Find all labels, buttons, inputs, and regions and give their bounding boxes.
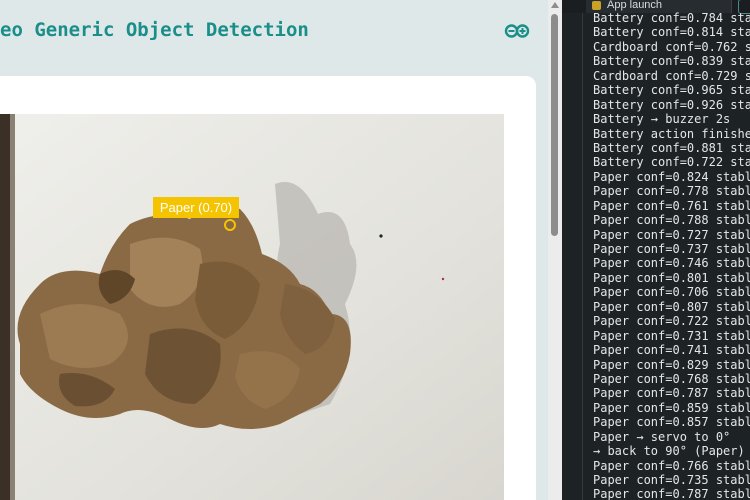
- terminal-line: Paper conf=0.768 stabl: [593, 371, 750, 386]
- scroll-up-arrow-icon[interactable]: [551, 2, 559, 8]
- terminal-line: Paper conf=0.807 stabl: [593, 299, 750, 314]
- terminal-line: Battery conf=0.814 sta: [593, 25, 750, 40]
- terminal-gutter: [582, 13, 583, 500]
- terminal-line: Paper conf=0.735 stabl: [593, 473, 750, 487]
- tab-label: App launch: [607, 0, 663, 11]
- terminal-line: Battery conf=0.722 sta: [593, 155, 750, 170]
- terminal-line: Paper conf=0.761 stabl: [593, 198, 750, 213]
- detection-center-marker: [224, 219, 236, 231]
- terminal-line: Battery conf=0.881 sta: [593, 140, 750, 155]
- terminal-line: Paper conf=0.766 stabl: [593, 458, 750, 473]
- terminal-line: Paper conf=0.731 stabl: [593, 328, 750, 343]
- arduino-infinity-logo-icon[interactable]: [504, 22, 530, 40]
- terminal-line: Paper conf=0.788 stabl: [593, 213, 750, 228]
- terminal-line: Paper conf=0.706 stabl: [593, 285, 750, 300]
- page-title: eo Generic Object Detection: [0, 19, 309, 41]
- terminal-line: Battery conf=0.784 sta: [593, 11, 750, 25]
- terminal-line: Paper conf=0.722 stabl: [593, 314, 750, 329]
- terminal-line: Paper conf=0.824 stabl: [593, 169, 750, 184]
- terminal-line: Cardboard conf=0.762 s: [593, 39, 750, 54]
- terminal-line: Paper conf=0.801 stabl: [593, 270, 750, 285]
- terminal-line: Battery conf=0.926 sta: [593, 97, 750, 112]
- terminal-line: Paper conf=0.727 stabl: [593, 227, 750, 242]
- terminal-line: Paper conf=0.859 stabl: [593, 400, 750, 415]
- terminal-panel: App launch Battery conf=0.784 sta Battery…: [562, 0, 750, 500]
- detection-label: Paper (0.70): [153, 197, 239, 218]
- terminal-output: Battery conf=0.784 sta Battery conf=0.814…: [593, 11, 750, 500]
- terminal-line: Paper conf=0.746 stabl: [593, 256, 750, 271]
- terminal-line: Paper conf=0.787 stabl: [593, 386, 750, 401]
- terminal-line: Paper conf=0.787 stabl: [593, 487, 750, 500]
- object-detection-app: eo Generic Object Detection Paper (0.70): [0, 0, 548, 500]
- terminal-line: Paper conf=0.857 stabl: [593, 415, 750, 430]
- terminal-line: Battery conf=0.965 sta: [593, 83, 750, 98]
- terminal-line: Cardboard conf=0.729 s: [593, 68, 750, 83]
- terminal-line: Battery action finishe: [593, 126, 750, 141]
- terminal-line: Battery conf=0.839 sta: [593, 54, 750, 69]
- terminal-line: Paper conf=0.741 stabl: [593, 343, 750, 358]
- scrollbar-thumb[interactable]: [551, 14, 558, 236]
- terminal-line: Battery → buzzer 2s: [593, 112, 731, 127]
- terminal-line: Paper conf=0.829 stabl: [593, 357, 750, 372]
- terminal-line: → back to 90° (Paper): [593, 444, 745, 459]
- terminal-line: Paper conf=0.737 stabl: [593, 242, 750, 256]
- terminal-line: Paper conf=0.778 stabl: [593, 184, 750, 199]
- camera-frame-image: [0, 114, 504, 500]
- terminal-line: Paper → servo to 0°: [593, 429, 731, 444]
- camera-video-feed: [0, 114, 504, 500]
- app-launch-icon: [592, 1, 601, 10]
